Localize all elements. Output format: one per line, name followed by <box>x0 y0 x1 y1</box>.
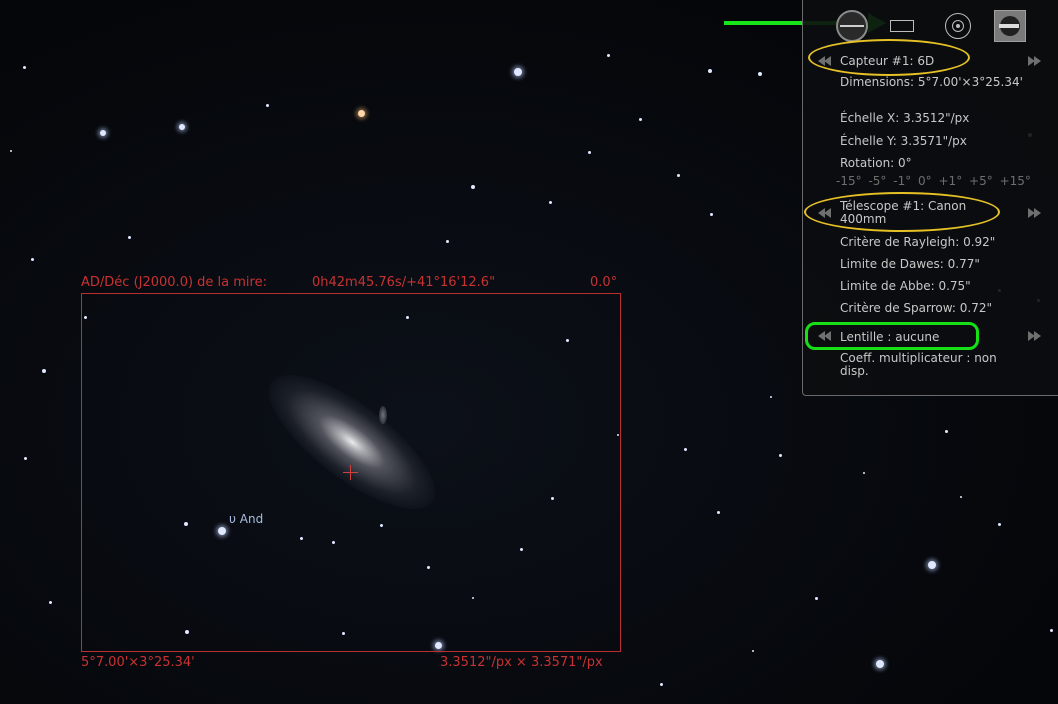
star <box>42 369 46 373</box>
star <box>549 201 552 204</box>
star <box>471 185 475 189</box>
star <box>960 496 962 498</box>
star <box>100 130 106 136</box>
star <box>1050 629 1053 632</box>
star <box>639 118 642 121</box>
rotate-minus-15[interactable]: -15° <box>836 174 862 188</box>
star <box>945 430 948 433</box>
star <box>446 240 449 243</box>
star <box>179 124 185 130</box>
sensor-highlight <box>808 39 970 76</box>
star <box>928 561 936 569</box>
sensor-scale-y: Échelle Y: 3.3571"/px <box>840 134 967 148</box>
star <box>684 448 687 451</box>
dawes-limit: Limite de Dawes: 0.77" <box>840 257 980 271</box>
star <box>876 660 884 668</box>
ccd-pixel-scale: 3.3512"/px × 3.3571"/px <box>440 655 603 670</box>
next-telescope-icon[interactable] <box>1028 208 1042 218</box>
star <box>10 150 12 152</box>
next-lens-icon[interactable] <box>1028 331 1042 341</box>
sensor-scale-x: Échelle X: 3.3512"/px <box>840 111 970 125</box>
star <box>660 683 663 686</box>
rotate-minus-1[interactable]: -1° <box>893 174 911 188</box>
ccd-frame-icon[interactable] <box>886 10 918 42</box>
star <box>815 597 818 600</box>
ccd-frame <box>81 293 621 652</box>
sensor-dimensions: Dimensions: 5°7.00'×3°25.34' <box>840 75 1023 89</box>
star <box>266 104 269 107</box>
telescope-highlight <box>804 192 1000 232</box>
star <box>607 54 610 57</box>
star <box>23 66 26 69</box>
rotate-minus-5[interactable]: -5° <box>868 174 886 188</box>
star <box>358 110 365 117</box>
lens-highlight <box>805 322 979 350</box>
star <box>998 523 1001 526</box>
star <box>49 601 52 604</box>
rayleigh-criterion: Critère de Rayleigh: 0.92" <box>840 235 996 249</box>
star <box>128 236 131 239</box>
star <box>588 151 591 154</box>
configure-icon[interactable] <box>994 10 1026 42</box>
star <box>863 472 865 474</box>
ccd-radec-label: AD/Déc (J2000.0) de la mire: <box>81 275 267 290</box>
rotate-plus-5[interactable]: +5° <box>969 174 993 188</box>
star <box>24 457 27 460</box>
star <box>514 68 522 76</box>
star <box>31 258 34 261</box>
star <box>710 213 713 216</box>
telrad-icon[interactable] <box>942 10 974 42</box>
rotation-options: -15° -5° -1° 0° +1° +5° +15° <box>836 174 1034 188</box>
sparrow-criterion: Critère de Sparrow: 0.72" <box>840 301 992 315</box>
sensor-rotation: Rotation: 0° <box>840 156 912 170</box>
ccd-coordinates: 0h42m45.76s/+41°16'12.6" <box>312 275 496 290</box>
rotate-reset[interactable]: 0° <box>918 174 932 188</box>
star <box>758 72 762 76</box>
lens-multiplier: Coeff. multiplicateur : non disp. <box>840 351 997 378</box>
rotate-plus-1[interactable]: +1° <box>939 174 963 188</box>
star <box>770 396 772 398</box>
next-sensor-icon[interactable] <box>1028 56 1042 66</box>
star <box>779 454 782 457</box>
star <box>717 511 720 514</box>
star <box>677 174 680 177</box>
star <box>708 69 712 73</box>
star <box>752 650 754 652</box>
ccd-rotation-angle: 0.0° <box>590 275 618 290</box>
rotate-plus-15[interactable]: +15° <box>1000 174 1031 188</box>
ocular-icon[interactable] <box>836 10 868 42</box>
abbe-limit: Limite de Abbe: 0.75" <box>840 279 971 293</box>
ccd-field-size: 5°7.00'×3°25.34' <box>81 655 195 670</box>
